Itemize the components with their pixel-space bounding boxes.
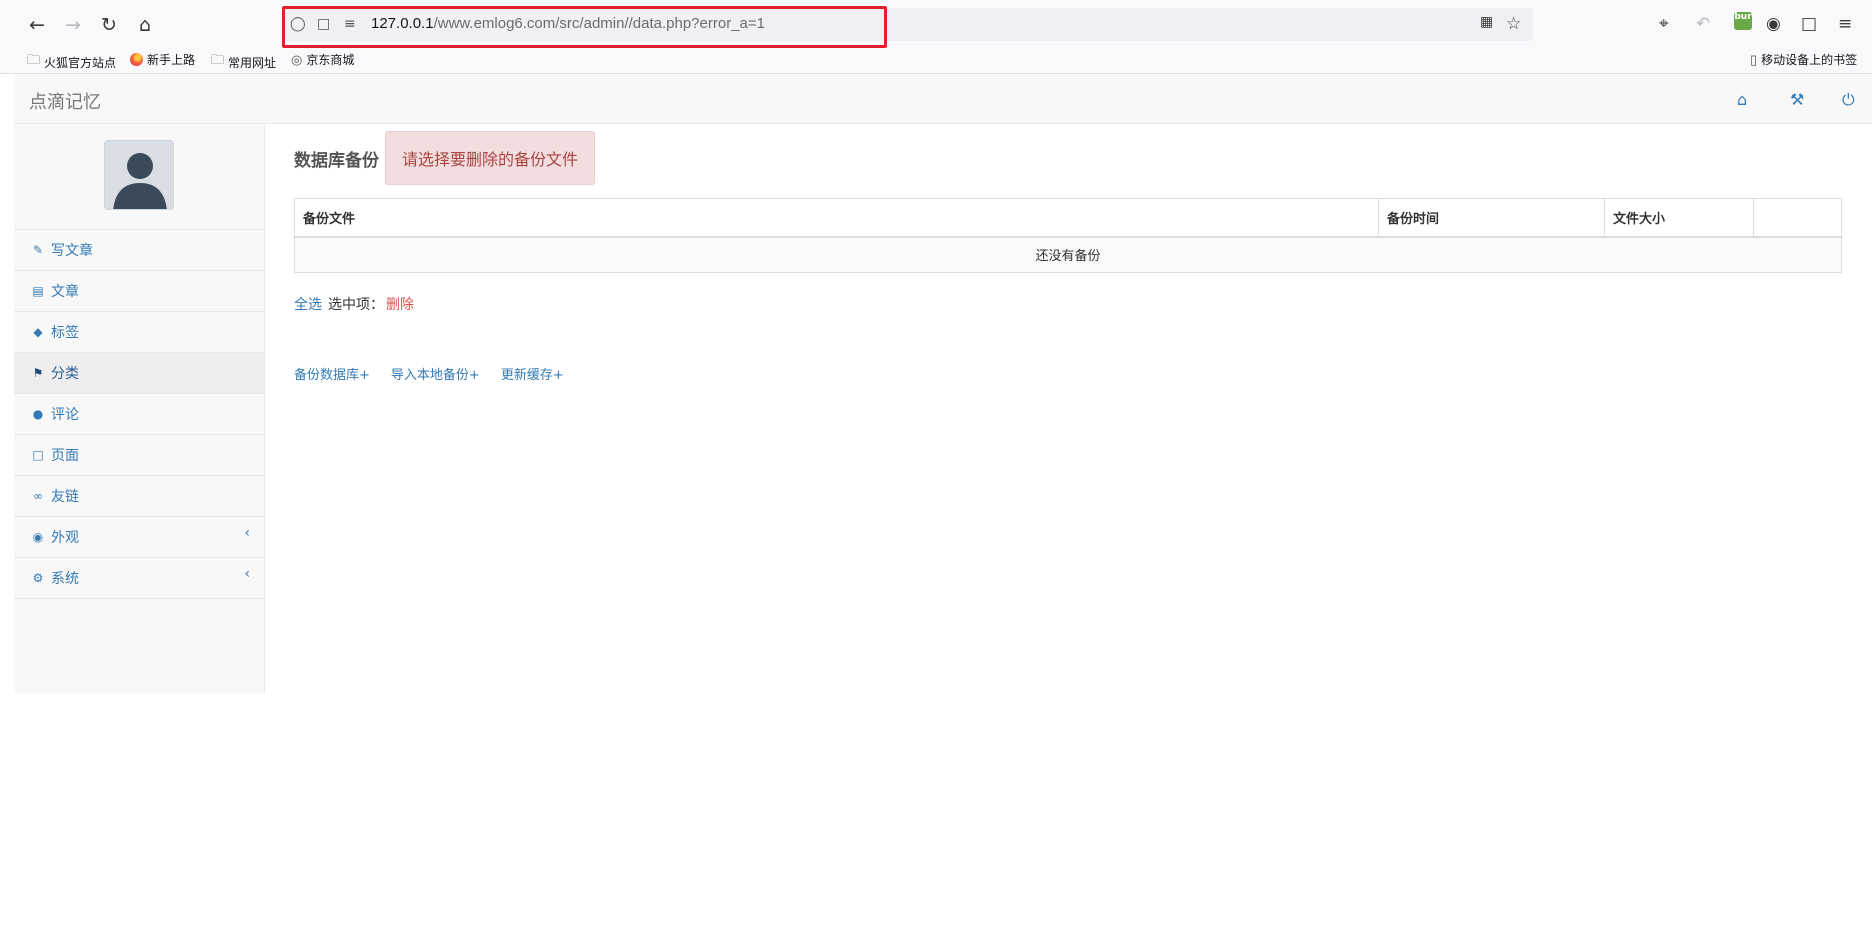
bookmark-item[interactable]: ◎ 京东商城 (291, 51, 354, 68)
table-row: 还没有备份 (294, 236, 1842, 273)
qr-code-icon[interactable]: ▦ (1480, 14, 1493, 30)
col-backup-file: 备份文件 (294, 198, 1379, 238)
sidebar: ✎ 写文章 ▤ 文章 ◆ 标签 ⚑ 分类 ● 评论 □ 页面 ∞ 友链 ◉ 外观 (14, 125, 265, 693)
sidebar-item-articles[interactable]: ▤ 文章 (14, 271, 264, 312)
chevron-left-icon: ‹ (244, 525, 250, 541)
home-icon[interactable]: ⌂ (1737, 90, 1747, 109)
bookmark-label: 火狐官方站点 (44, 55, 117, 70)
empty-table-message: 还没有备份 (294, 236, 1842, 273)
sidebar-item-system[interactable]: ⚙ 系统 ‹ (14, 558, 264, 599)
mobile-bookmarks-label: 移动设备上的书签 (1761, 53, 1858, 67)
sidebar-item-label: 文章 (51, 284, 79, 300)
list-icon: ▤ (32, 284, 44, 298)
update-cache-link[interactable]: 更新缓存+ (501, 364, 564, 383)
eye-icon: ◉ (32, 530, 44, 544)
bookmark-star-icon[interactable]: ☆ (1506, 14, 1521, 34)
crop-icon[interactable]: ⌖ (1659, 14, 1669, 34)
selected-items-label: 选中项： (328, 297, 384, 313)
globe-icon: ◎ (291, 51, 303, 67)
tags-icon: ◆ (33, 325, 43, 339)
burp-extension-icon[interactable]: bur (1734, 12, 1752, 30)
bookmark-item[interactable]: 🗀 火狐官方站点 (27, 51, 116, 73)
select-all-link[interactable]: 全选 (294, 294, 322, 314)
site-brand[interactable]: 点滴记忆 (29, 88, 101, 114)
col-backup-time: 备份时间 (1378, 198, 1605, 238)
sidebar-item-label: 分类 (51, 366, 79, 382)
folder-icon: 🗀 (27, 52, 41, 67)
sidebar-item-category[interactable]: ⚑ 分类 (14, 353, 264, 394)
forward-arrow-icon[interactable]: → (60, 12, 86, 38)
sidebar-item-label: 外观 (51, 530, 79, 546)
sidebar-item-label: 友链 (51, 489, 79, 505)
title-row: 数据库备份 请选择要删除的备份文件 (294, 131, 596, 185)
home-icon[interactable]: ⌂ (132, 12, 158, 38)
firefox-icon (130, 53, 143, 66)
bookmark-item[interactable]: 🗀 常用网址 (211, 51, 276, 73)
reload-icon[interactable]: ↻ (96, 12, 122, 38)
bulk-actions: 全选 选中项： 删除 (294, 294, 414, 314)
admin-page: 点滴记忆 ⌂ ⚒ ⏻ ✎ 写文章 ▤ 文章 ◆ 标签 ⚑ 分类 ● 评论 □ 页… (14, 74, 1872, 948)
sidebar-item-label: 系统 (51, 571, 79, 587)
back-arrow-icon[interactable]: ← (24, 12, 50, 38)
avatar[interactable] (104, 140, 174, 210)
bookmark-item[interactable]: 新手上路 (130, 51, 195, 68)
edit-icon: ✎ (32, 243, 44, 257)
col-actions (1753, 198, 1842, 238)
flag-icon: ⚑ (32, 366, 44, 380)
wrench-icon[interactable]: ⚒ (1790, 90, 1804, 109)
sidebar-item-label: 页面 (51, 448, 79, 464)
backup-database-link[interactable]: 备份数据库+ (294, 364, 370, 383)
gear-icon: ⚙ (32, 571, 44, 585)
sidebar-item-tags[interactable]: ◆ 标签 (14, 312, 264, 353)
bookmark-label: 京东商城 (306, 53, 355, 67)
bookmark-label: 新手上路 (147, 53, 196, 67)
sidebar-item-label: 写文章 (51, 243, 93, 259)
mobile-device-icon: ▯ (1750, 51, 1758, 67)
page-title: 数据库备份 (294, 150, 379, 171)
comments-icon: ● (32, 407, 44, 421)
backup-operations: 备份数据库+ 导入本地备份+ 更新缓存+ (294, 364, 564, 383)
file-icon: □ (32, 448, 44, 462)
url-highlight-box (282, 6, 887, 48)
import-backup-link[interactable]: 导入本地备份+ (391, 364, 480, 383)
col-file-size: 文件大小 (1604, 198, 1754, 238)
sidebar-item-links[interactable]: ∞ 友链 (14, 476, 264, 517)
bookmark-label: 常用网址 (228, 55, 277, 70)
mobile-bookmarks[interactable]: ▯ 移动设备上的书签 (1750, 51, 1857, 68)
menu-icon[interactable]: ≡ (1838, 14, 1852, 34)
sidebar-item-label: 评论 (51, 407, 79, 423)
bookmarks-bar: 🗀 火狐官方站点 新手上路 🗀 常用网址 ◎ 京东商城 ▯ 移动设备上的书签 (0, 48, 1872, 74)
chevron-left-icon: ‹ (244, 566, 250, 582)
avatar-silhouette-icon (113, 153, 167, 209)
burp-label: bur (1734, 12, 1752, 22)
browser-toolbar: ← → ↻ ⌂ ◯ □ ≡ 127.0.0.1/www.emlog6.com/s… (0, 0, 1872, 48)
backup-table: 备份文件 备份时间 文件大小 还没有备份 (294, 198, 1842, 273)
power-icon[interactable]: ⏻ (1842, 90, 1855, 110)
sidebar-item-appearance[interactable]: ◉ 外观 ‹ (14, 517, 264, 558)
delete-link[interactable]: 删除 (386, 294, 414, 314)
sidebar-item-pages[interactable]: □ 页面 (14, 435, 264, 476)
avatar-section (14, 125, 264, 230)
hat-extension-icon[interactable]: ◉ (1766, 14, 1781, 34)
folder-icon: 🗀 (211, 52, 225, 67)
link-icon: ∞ (33, 489, 43, 503)
error-alert: 请选择要删除的备份文件 (385, 131, 596, 185)
sidebar-item-write[interactable]: ✎ 写文章 (14, 230, 264, 271)
extensions-icon[interactable]: □ (1801, 14, 1817, 34)
sidebar-item-label: 标签 (51, 325, 79, 341)
table-header-row: 备份文件 备份时间 文件大小 (294, 198, 1842, 238)
undo-icon[interactable]: ↶ (1696, 14, 1710, 34)
top-navbar: 点滴记忆 ⌂ ⚒ ⏻ (14, 74, 1872, 124)
sidebar-item-comments[interactable]: ● 评论 (14, 394, 264, 435)
